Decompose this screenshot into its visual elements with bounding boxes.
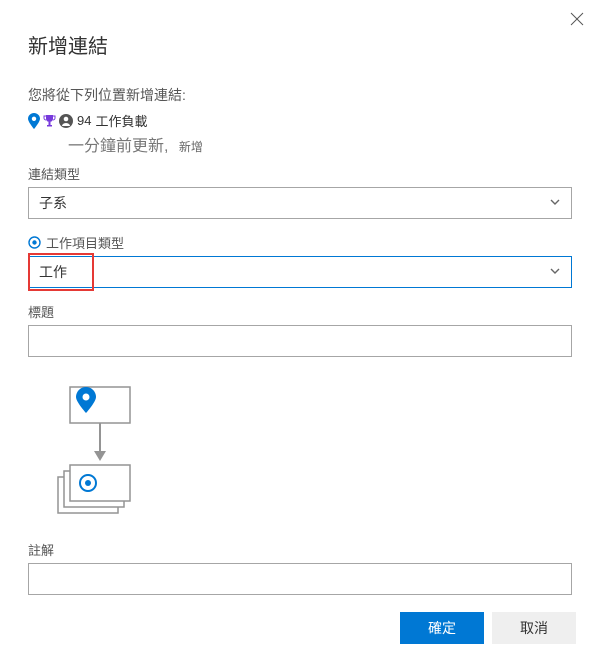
chevron-down-icon (549, 195, 561, 211)
work-item-type-value: 工作 (39, 262, 67, 282)
chevron-down-icon (549, 264, 561, 280)
close-button[interactable] (570, 12, 584, 31)
source-name: 工作負載 (95, 111, 147, 130)
location-pin-icon (28, 113, 40, 129)
close-icon (570, 12, 584, 26)
dialog-buttons: 確定 取消 (400, 612, 576, 644)
dialog-title: 新增連結 (28, 30, 572, 59)
title-label: 標題 (28, 302, 572, 321)
relationship-diagram (48, 379, 572, 524)
target-icon (28, 236, 41, 249)
updated-row: 一分鐘前更新, 新增 (68, 132, 572, 156)
trophy-icon (43, 114, 56, 127)
new-label: 新增 (179, 140, 203, 154)
comment-label: 註解 (28, 540, 572, 559)
updated-text: 一分鐘前更新, (68, 138, 168, 155)
link-type-select[interactable]: 子系 (28, 187, 572, 219)
source-id: 94 (77, 113, 91, 128)
ok-button[interactable]: 確定 (400, 612, 484, 644)
cancel-button[interactable]: 取消 (492, 612, 576, 644)
instruction-text: 您將從下列位置新增連結: (28, 85, 572, 105)
link-type-label: 連結類型 (28, 164, 572, 183)
work-item-type-select[interactable]: 工作 (28, 256, 572, 288)
comment-input[interactable] (28, 563, 572, 595)
link-type-value: 子系 (39, 193, 67, 213)
work-item-type-label: 工作項目類型 (28, 233, 572, 252)
source-workitem-row: 94 工作負載 (28, 111, 572, 130)
user-circle-icon (59, 114, 73, 128)
title-input[interactable] (28, 325, 572, 357)
